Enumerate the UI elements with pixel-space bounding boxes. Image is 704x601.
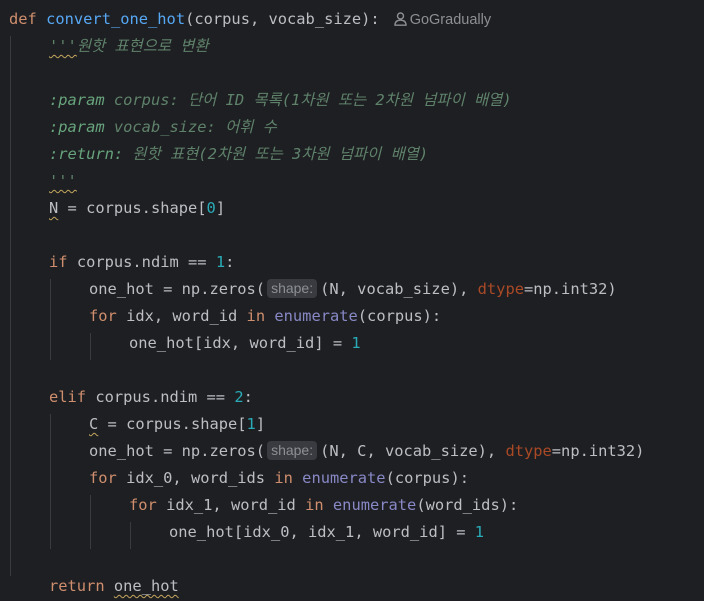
code-line-elif[interactable]: elif corpus.ndim == 2:	[49, 384, 253, 411]
indent-guide	[90, 333, 91, 360]
for-iterable: (corpus):	[357, 307, 442, 325]
for-keyword: for	[129, 496, 157, 514]
code-line-c-assign[interactable]: C = corpus.shape[1]	[89, 411, 265, 438]
for-vars: idx_1, word_id	[156, 496, 306, 514]
zeros-args: (N, vocab_size),	[320, 280, 478, 298]
assign-number: 1	[351, 334, 361, 352]
indent-guide	[130, 522, 131, 549]
assign-number: 1	[474, 523, 485, 541]
indent-guide	[90, 495, 91, 549]
if-condition: corpus.ndim ==	[67, 253, 216, 271]
in-keyword: in	[274, 469, 293, 487]
in-keyword: in	[246, 307, 266, 325]
in-keyword: in	[305, 496, 324, 514]
for-iterable: (corpus):	[385, 469, 469, 487]
code-line-for-outer[interactable]: for idx_0, word_ids in enumerate(corpus)…	[89, 465, 469, 492]
dtype-value: =np.int32)	[551, 442, 645, 460]
if-keyword: if	[49, 253, 68, 271]
c-index-number: 1	[246, 415, 256, 433]
code-line-for-inner[interactable]: for idx_1, word_id in enumerate(word_ids…	[129, 492, 518, 519]
code-line-return[interactable]: return one_hot	[49, 573, 179, 600]
person-icon	[393, 12, 407, 26]
docstring-param-vocab-line[interactable]: :param vocab_size: 어휘 수	[49, 114, 277, 141]
variable-c: C	[89, 415, 99, 433]
c-assign-expr: = corpus.shape[	[98, 415, 247, 433]
code-editor[interactable]: def convert_one_hot(corpus, vocab_size):…	[0, 0, 704, 601]
colon: :	[243, 388, 253, 406]
dtype-value: =np.int32)	[523, 280, 617, 298]
enumerate-builtin: enumerate	[302, 469, 386, 487]
code-line-assign-2d[interactable]: one_hot[idx_0, idx_1, word_id] = 1	[169, 519, 484, 546]
assign-expr: one_hot[idx_0, idx_1, word_id] =	[169, 523, 475, 541]
return-tag: :return:	[49, 145, 124, 163]
zeros-call: one_hot = np.zeros(	[89, 280, 266, 298]
return-text: 원핫 표현(2차원 또는 3차원 넘파이 배열)	[123, 145, 429, 163]
for-keyword: for	[89, 469, 117, 487]
param-vocab-text: vocab_size: 어휘 수	[104, 118, 277, 136]
variable-n: N	[49, 199, 59, 217]
function-name: convert_one_hot	[46, 10, 186, 28]
code-line-zeros-2d[interactable]: one_hot = np.zeros(shape: (N, vocab_size)…	[89, 276, 617, 303]
indent-guide	[10, 36, 11, 576]
param-corpus-text: corpus: 단어 ID 목록(1차원 또는 2차원 넘파이 배열)	[104, 91, 512, 109]
docstring-close-line[interactable]: '''	[49, 168, 77, 195]
elif-number: 2	[234, 388, 244, 406]
code-line-n-assign[interactable]: N = corpus.shape[0]	[49, 195, 225, 222]
code-line-if[interactable]: if corpus.ndim == 1:	[49, 249, 234, 276]
elif-keyword: elif	[49, 388, 87, 406]
for-keyword: for	[89, 307, 117, 325]
code-line-zeros-3d[interactable]: one_hot = np.zeros(shape: (N, C, vocab_si…	[89, 438, 644, 465]
n-assign-expr: = corpus.shape[	[58, 199, 207, 217]
for-vars: idx_0, word_ids	[116, 469, 275, 487]
for-vars: idx, word_id	[116, 307, 247, 325]
parameter-hint-shape: shape:	[267, 441, 318, 460]
docstring-close-quotes: '''	[49, 172, 77, 190]
enumerate-builtin: enumerate	[274, 307, 358, 325]
bracket-close: ]	[215, 199, 226, 217]
enumerate-builtin: enumerate	[332, 496, 417, 514]
docstring-summary: 원핫 표현으로 변환	[76, 37, 209, 55]
elif-condition: corpus.ndim ==	[86, 388, 235, 406]
zeros-args: (N, C, vocab_size),	[320, 442, 506, 460]
docstring-return-line[interactable]: :return: 원핫 표현(2차원 또는 3차원 넘파이 배열)	[49, 141, 428, 168]
dtype-keyword-arg: dtype	[505, 442, 552, 460]
indent-guide	[50, 279, 51, 360]
param-tag: :param	[49, 91, 105, 109]
bracket-close: ]	[255, 415, 266, 433]
n-index-number: 0	[206, 199, 216, 217]
author-annotation[interactable]: GoGradually	[393, 7, 492, 34]
for-iterable: (word_ids):	[416, 496, 519, 514]
docstring-param-corpus-line[interactable]: :param corpus: 단어 ID 목록(1차원 또는 2차원 넘파이 배…	[49, 87, 512, 114]
indent-guide	[50, 414, 51, 549]
def-keyword: def	[9, 10, 37, 28]
dtype-keyword-arg: dtype	[477, 280, 524, 298]
docstring-summary-line[interactable]: '''원핫 표현으로 변환	[49, 33, 209, 60]
code-line-for-1d[interactable]: for idx, word_id in enumerate(corpus):	[89, 303, 441, 330]
function-signature: (corpus, vocab_size):	[185, 10, 380, 28]
parameter-hint-shape: shape:	[267, 279, 318, 298]
author-name: GoGradually	[409, 12, 492, 28]
return-keyword: return	[49, 577, 105, 595]
colon: :	[225, 253, 235, 271]
code-line-def[interactable]: def convert_one_hot(corpus, vocab_size):…	[9, 6, 491, 33]
zeros-call: one_hot = np.zeros(	[89, 442, 266, 460]
code-line-assign-1d[interactable]: one_hot[idx, word_id] = 1	[129, 330, 361, 357]
assign-expr: one_hot[idx, word_id] =	[129, 334, 352, 352]
param-tag: :param	[49, 118, 105, 136]
if-number: 1	[215, 253, 226, 271]
return-value: one_hot	[113, 577, 179, 595]
docstring-open-quotes: '''	[49, 37, 77, 55]
